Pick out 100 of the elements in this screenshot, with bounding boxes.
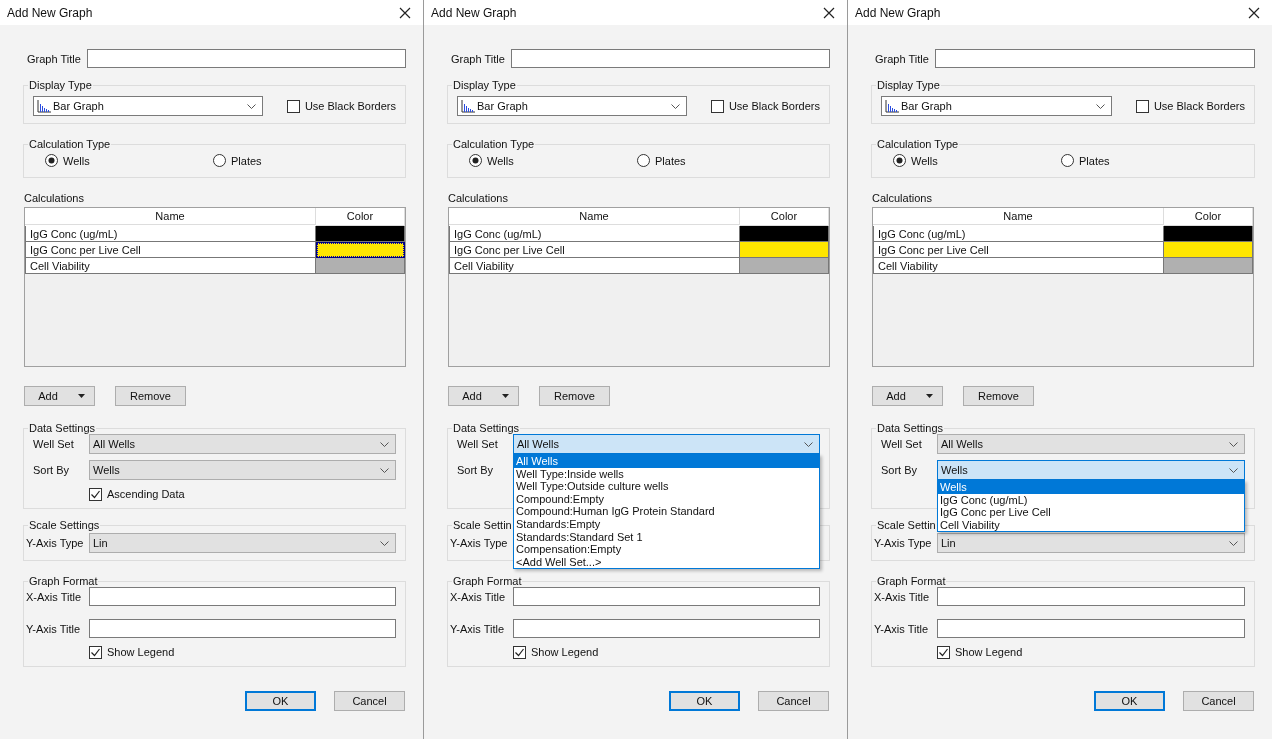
checkbox[interactable] bbox=[89, 487, 102, 501]
dropdown-option[interactable]: <Add Well Set...> bbox=[514, 555, 819, 569]
column-header: Name bbox=[449, 208, 740, 225]
section-label: Calculations bbox=[872, 192, 933, 204]
ok-button[interactable]: OK bbox=[669, 691, 740, 711]
checkbox[interactable] bbox=[937, 645, 950, 659]
group-label: Scale Settings bbox=[28, 519, 101, 531]
dropdown[interactable]: All Wells bbox=[937, 434, 1245, 454]
radio-label: Plates bbox=[1079, 154, 1110, 167]
color-swatch[interactable] bbox=[740, 242, 829, 258]
color-swatch[interactable] bbox=[316, 226, 405, 242]
remove-button[interactable]: Remove bbox=[539, 386, 610, 406]
y-axis-title-field[interactable] bbox=[89, 619, 396, 638]
y-axis-title-field[interactable] bbox=[513, 619, 820, 638]
display-type-dropdown[interactable]: Bar Graph bbox=[881, 96, 1112, 116]
checkbox[interactable] bbox=[710, 99, 724, 113]
field-label: Y-Axis Title bbox=[450, 622, 505, 635]
color-swatch[interactable] bbox=[740, 226, 829, 242]
window-title: Add New Graph bbox=[431, 5, 517, 20]
radio-label: Plates bbox=[655, 154, 686, 167]
checkbox-label: Use Black Borders bbox=[304, 100, 396, 112]
radio-button[interactable] bbox=[893, 154, 906, 167]
dropdown-option[interactable]: Compensation:Empty bbox=[514, 543, 819, 556]
field-label: Graph Title bbox=[875, 52, 929, 65]
color-swatch[interactable] bbox=[316, 258, 405, 274]
graph-title-field[interactable] bbox=[86, 49, 406, 68]
dropdown-option[interactable]: Wells bbox=[938, 481, 1244, 494]
add-button[interactable]: Add bbox=[872, 386, 943, 406]
display-type-dropdown[interactable]: Bar Graph bbox=[457, 96, 687, 116]
group-label: Graph Format bbox=[28, 575, 99, 587]
checkbox-label: Use Black Borders bbox=[1153, 100, 1245, 112]
dropdown-option[interactable]: All Wells bbox=[514, 455, 819, 468]
color-swatch[interactable] bbox=[1164, 258, 1253, 274]
color-swatch[interactable] bbox=[740, 258, 829, 274]
dropdown-option[interactable]: IgG Conc per Live Cell bbox=[938, 506, 1244, 519]
dropdown[interactable]: Lin bbox=[937, 533, 1245, 553]
x-axis-title-field[interactable] bbox=[513, 587, 820, 606]
y-axis-title-field[interactable] bbox=[937, 619, 1245, 638]
x-axis-title-field[interactable] bbox=[937, 587, 1245, 606]
dropdown-option[interactable]: Compound:Empty bbox=[514, 492, 819, 506]
cancel-button[interactable]: Cancel bbox=[334, 691, 405, 711]
dropdown[interactable]: All Wells bbox=[513, 434, 820, 454]
checkbox[interactable] bbox=[286, 99, 300, 113]
remove-button[interactable]: Remove bbox=[963, 386, 1034, 406]
dropdown-option[interactable]: Standards:Empty bbox=[514, 517, 819, 531]
field-label: X-Axis Title bbox=[450, 590, 506, 603]
chevron-icon bbox=[1229, 540, 1238, 546]
dropdown[interactable]: Lin bbox=[89, 533, 396, 553]
remove-button[interactable]: Remove bbox=[115, 386, 186, 406]
radio-button[interactable] bbox=[1061, 154, 1074, 167]
dropdown[interactable]: Wells bbox=[89, 460, 396, 480]
ok-button[interactable]: OK bbox=[1094, 691, 1165, 711]
field-label: Sort By bbox=[881, 464, 919, 476]
radio-label: Wells bbox=[63, 154, 90, 167]
checkbox[interactable] bbox=[1135, 99, 1149, 113]
display-type-dropdown[interactable]: Bar Graph bbox=[33, 96, 263, 116]
dropdown[interactable]: Wells bbox=[937, 460, 1245, 480]
dropdown[interactable]: All Wells bbox=[89, 434, 396, 454]
radio-button[interactable] bbox=[213, 154, 226, 167]
add-button[interactable]: Add bbox=[24, 386, 95, 406]
table-cell[interactable]: Cell Viability bbox=[873, 258, 1164, 274]
radio-button[interactable] bbox=[637, 154, 650, 167]
group-label: Calculation Type bbox=[876, 138, 960, 150]
dropdown-option[interactable]: Well Type:Inside wells bbox=[514, 467, 819, 481]
checkbox-label: Show Legend bbox=[955, 646, 1023, 658]
checkbox[interactable] bbox=[89, 645, 102, 659]
radio-label: Wells bbox=[487, 154, 514, 167]
field-label: Graph Title bbox=[451, 52, 505, 65]
close-icon[interactable] bbox=[1248, 6, 1260, 19]
radio-button[interactable] bbox=[45, 154, 58, 167]
graph-title-field[interactable] bbox=[510, 49, 830, 68]
group-label: Display Type bbox=[452, 79, 517, 91]
checkbox[interactable] bbox=[513, 645, 526, 659]
add-button[interactable]: Add bbox=[448, 386, 519, 406]
x-axis-title-field[interactable] bbox=[89, 587, 396, 606]
dropdown-option[interactable]: IgG Conc (ug/mL) bbox=[938, 493, 1244, 507]
table-cell[interactable]: Cell Viability bbox=[449, 258, 740, 274]
window-title: Add New Graph bbox=[7, 5, 93, 20]
dropdown-option[interactable]: Standards:Standard Set 1 bbox=[514, 530, 819, 544]
close-icon[interactable] bbox=[399, 6, 411, 19]
dropdown-option[interactable]: Cell Viability bbox=[938, 518, 1244, 532]
dropdown-option[interactable]: Well Type:Outside culture wells bbox=[514, 480, 819, 493]
graph-title-field[interactable] bbox=[934, 49, 1255, 68]
radio-button[interactable] bbox=[469, 154, 482, 167]
checkbox-label: Show Legend bbox=[531, 646, 599, 658]
group-label: Calculation Type bbox=[28, 138, 112, 150]
table-cell[interactable]: Cell Viability bbox=[25, 258, 316, 274]
color-swatch[interactable] bbox=[1164, 242, 1253, 258]
field-label: Sort By bbox=[33, 464, 71, 476]
color-swatch[interactable] bbox=[1164, 226, 1253, 242]
group-label: Scale Settin bbox=[876, 519, 937, 531]
close-icon[interactable] bbox=[823, 6, 835, 19]
dropdown-option[interactable]: Compound:Human IgG Protein Standard bbox=[514, 505, 819, 518]
cancel-button[interactable]: Cancel bbox=[1183, 691, 1254, 711]
ok-button[interactable]: OK bbox=[245, 691, 316, 711]
field-label: Y-Axis Type bbox=[26, 537, 85, 549]
color-swatch[interactable] bbox=[316, 242, 405, 258]
cancel-button[interactable]: Cancel bbox=[758, 691, 829, 711]
caret-icon bbox=[77, 394, 85, 398]
field-label: Graph Title bbox=[27, 52, 81, 65]
